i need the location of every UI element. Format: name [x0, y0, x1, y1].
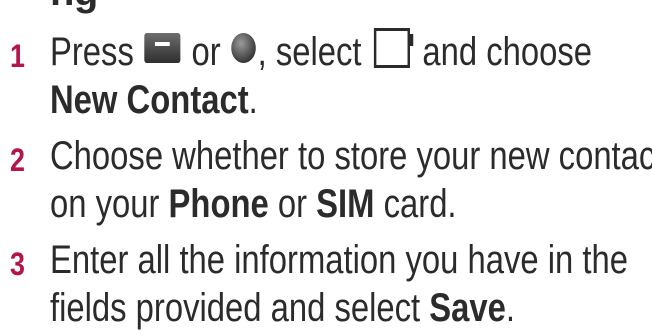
option-save: Save: [429, 286, 506, 330]
step-number: 2: [10, 142, 25, 178]
step-text: or: [191, 30, 221, 74]
step-text: .: [505, 286, 515, 330]
section-heading: ng: [50, 0, 98, 15]
softkey-icon: [144, 33, 181, 64]
step-text: .: [248, 78, 258, 122]
step-text-line: New Contact.: [50, 76, 258, 124]
step-text: , select: [257, 30, 362, 74]
step-text-line: fields provided and select Save.: [50, 284, 515, 332]
step-text: or: [277, 182, 308, 226]
step-number: 1: [10, 38, 25, 74]
step-text-line: Enter all the information you have in th…: [50, 238, 628, 282]
menu-option-new-contact: New Contact: [50, 78, 249, 122]
option-sim: SIM: [316, 182, 375, 226]
step-text: card.: [383, 182, 457, 226]
step-text: on your: [50, 182, 160, 226]
step-text: fields provided and select: [50, 286, 421, 330]
step-text-line: Press or , select and choose: [50, 28, 592, 76]
contacts-icon: [373, 28, 414, 69]
ok-key-icon: [231, 33, 256, 64]
option-phone: Phone: [168, 182, 269, 226]
step-text-line: on your Phone or SIM card.: [50, 180, 457, 228]
step-text: and choose: [422, 30, 593, 74]
step-number: 3: [10, 246, 25, 282]
step-text: Press: [50, 30, 134, 74]
manual-page: ng 1 Press or , select and choose New Co…: [0, 0, 652, 336]
step-text-line: Choose whether to store your new contact: [50, 134, 652, 178]
